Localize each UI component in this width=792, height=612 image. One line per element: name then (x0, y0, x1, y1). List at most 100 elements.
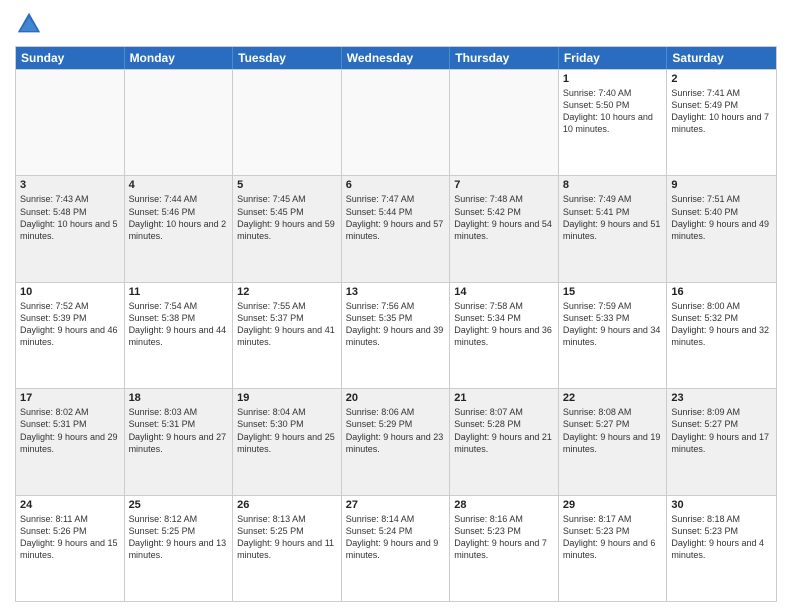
day-number: 24 (20, 499, 120, 511)
day-info: Sunrise: 7:51 AM Sunset: 5:40 PM Dayligh… (671, 193, 772, 242)
day-cell-3: 3 Sunrise: 7:43 AM Sunset: 5:48 PM Daylig… (16, 176, 125, 281)
week-row-4: 17 Sunrise: 8:02 AM Sunset: 5:31 PM Dayli… (16, 388, 776, 494)
day-number: 10 (20, 286, 120, 298)
day-number: 7 (454, 179, 554, 191)
day-header-thursday: Thursday (450, 47, 559, 69)
day-header-tuesday: Tuesday (233, 47, 342, 69)
day-cell-19: 19 Sunrise: 8:04 AM Sunset: 5:30 PM Dayli… (233, 389, 342, 494)
day-number: 19 (237, 392, 337, 404)
day-number: 29 (563, 499, 663, 511)
day-cell-7: 7 Sunrise: 7:48 AM Sunset: 5:42 PM Daylig… (450, 176, 559, 281)
day-info: Sunrise: 8:07 AM Sunset: 5:28 PM Dayligh… (454, 406, 554, 455)
day-info: Sunrise: 7:44 AM Sunset: 5:46 PM Dayligh… (129, 193, 229, 242)
day-number: 22 (563, 392, 663, 404)
day-info: Sunrise: 8:03 AM Sunset: 5:31 PM Dayligh… (129, 406, 229, 455)
day-number: 2 (671, 73, 772, 85)
day-cell-27: 27 Sunrise: 8:14 AM Sunset: 5:24 PM Dayli… (342, 496, 451, 601)
day-cell-14: 14 Sunrise: 7:58 AM Sunset: 5:34 PM Dayli… (450, 283, 559, 388)
day-number: 25 (129, 499, 229, 511)
day-cell-24: 24 Sunrise: 8:11 AM Sunset: 5:26 PM Dayli… (16, 496, 125, 601)
week-row-2: 3 Sunrise: 7:43 AM Sunset: 5:48 PM Daylig… (16, 175, 776, 281)
day-number: 26 (237, 499, 337, 511)
day-info: Sunrise: 8:17 AM Sunset: 5:23 PM Dayligh… (563, 513, 663, 562)
day-cell-28: 28 Sunrise: 8:16 AM Sunset: 5:23 PM Dayli… (450, 496, 559, 601)
empty-cell (233, 70, 342, 175)
day-info: Sunrise: 8:13 AM Sunset: 5:25 PM Dayligh… (237, 513, 337, 562)
day-info: Sunrise: 7:41 AM Sunset: 5:49 PM Dayligh… (671, 87, 772, 136)
day-info: Sunrise: 7:56 AM Sunset: 5:35 PM Dayligh… (346, 300, 446, 349)
day-cell-8: 8Sunrise: 7:49 AM Sunset: 5:41 PM Daylig… (559, 176, 668, 281)
calendar-header: SundayMondayTuesdayWednesdayThursdayFrid… (16, 47, 776, 69)
day-number: 12 (237, 286, 337, 298)
day-number: 6 (346, 179, 446, 191)
day-cell-25: 25 Sunrise: 8:12 AM Sunset: 5:25 PM Dayli… (125, 496, 234, 601)
day-info: Sunrise: 7:52 AM Sunset: 5:39 PM Dayligh… (20, 300, 120, 349)
day-info: Sunrise: 7:40 AM Sunset: 5:50 PM Dayligh… (563, 87, 663, 136)
day-cell-21: 21 Sunrise: 8:07 AM Sunset: 5:28 PM Dayli… (450, 389, 559, 494)
day-number: 21 (454, 392, 554, 404)
empty-cell (450, 70, 559, 175)
logo (15, 10, 47, 38)
day-number: 11 (129, 286, 229, 298)
day-cell-22: 22Sunrise: 8:08 AM Sunset: 5:27 PM Dayli… (559, 389, 668, 494)
day-info: Sunrise: 7:43 AM Sunset: 5:48 PM Dayligh… (20, 193, 120, 242)
day-cell-18: 18 Sunrise: 8:03 AM Sunset: 5:31 PM Dayli… (125, 389, 234, 494)
day-header-friday: Friday (559, 47, 668, 69)
day-number: 30 (671, 499, 772, 511)
day-info: Sunrise: 8:09 AM Sunset: 5:27 PM Dayligh… (671, 406, 772, 455)
day-cell-2: 2 Sunrise: 7:41 AM Sunset: 5:49 PM Daylig… (667, 70, 776, 175)
calendar-body: 1 Sunrise: 7:40 AM Sunset: 5:50 PM Daylig… (16, 69, 776, 601)
day-cell-6: 6 Sunrise: 7:47 AM Sunset: 5:44 PM Daylig… (342, 176, 451, 281)
empty-cell (342, 70, 451, 175)
day-number: 9 (671, 179, 772, 191)
day-cell-9: 9 Sunrise: 7:51 AM Sunset: 5:40 PM Daylig… (667, 176, 776, 281)
day-cell-23: 23 Sunrise: 8:09 AM Sunset: 5:27 PM Dayli… (667, 389, 776, 494)
logo-icon (15, 10, 43, 38)
day-number: 18 (129, 392, 229, 404)
day-header-monday: Monday (125, 47, 234, 69)
calendar: SundayMondayTuesdayWednesdayThursdayFrid… (15, 46, 777, 602)
day-header-sunday: Sunday (16, 47, 125, 69)
day-number: 14 (454, 286, 554, 298)
day-cell-12: 12 Sunrise: 7:55 AM Sunset: 5:37 PM Dayli… (233, 283, 342, 388)
empty-cell (16, 70, 125, 175)
day-info: Sunrise: 7:45 AM Sunset: 5:45 PM Dayligh… (237, 193, 337, 242)
day-info: Sunrise: 7:58 AM Sunset: 5:34 PM Dayligh… (454, 300, 554, 349)
day-info: Sunrise: 7:48 AM Sunset: 5:42 PM Dayligh… (454, 193, 554, 242)
day-info: Sunrise: 7:59 AM Sunset: 5:33 PM Dayligh… (563, 300, 663, 349)
day-cell-1: 1 Sunrise: 7:40 AM Sunset: 5:50 PM Daylig… (559, 70, 668, 175)
day-info: Sunrise: 8:11 AM Sunset: 5:26 PM Dayligh… (20, 513, 120, 562)
day-number: 15 (563, 286, 663, 298)
day-number: 13 (346, 286, 446, 298)
day-cell-16: 16 Sunrise: 8:00 AM Sunset: 5:32 PM Dayli… (667, 283, 776, 388)
day-header-wednesday: Wednesday (342, 47, 451, 69)
day-cell-26: 26 Sunrise: 8:13 AM Sunset: 5:25 PM Dayli… (233, 496, 342, 601)
day-info: Sunrise: 8:00 AM Sunset: 5:32 PM Dayligh… (671, 300, 772, 349)
day-cell-15: 15 Sunrise: 7:59 AM Sunset: 5:33 PM Dayli… (559, 283, 668, 388)
day-info: Sunrise: 8:16 AM Sunset: 5:23 PM Dayligh… (454, 513, 554, 562)
day-cell-5: 5 Sunrise: 7:45 AM Sunset: 5:45 PM Daylig… (233, 176, 342, 281)
day-cell-10: 10 Sunrise: 7:52 AM Sunset: 5:39 PM Dayli… (16, 283, 125, 388)
day-number: 3 (20, 179, 120, 191)
day-info: Sunrise: 7:54 AM Sunset: 5:38 PM Dayligh… (129, 300, 229, 349)
day-number: 4 (129, 179, 229, 191)
empty-cell (125, 70, 234, 175)
day-info: Sunrise: 8:02 AM Sunset: 5:31 PM Dayligh… (20, 406, 120, 455)
day-number: 20 (346, 392, 446, 404)
day-cell-17: 17 Sunrise: 8:02 AM Sunset: 5:31 PM Dayli… (16, 389, 125, 494)
day-info: Sunrise: 8:14 AM Sunset: 5:24 PM Dayligh… (346, 513, 446, 562)
day-number: 16 (671, 286, 772, 298)
day-cell-13: 13 Sunrise: 7:56 AM Sunset: 5:35 PM Dayli… (342, 283, 451, 388)
day-number: 23 (671, 392, 772, 404)
week-row-5: 24 Sunrise: 8:11 AM Sunset: 5:26 PM Dayli… (16, 495, 776, 601)
day-number: 5 (237, 179, 337, 191)
day-number: 17 (20, 392, 120, 404)
day-cell-20: 20Sunrise: 8:06 AM Sunset: 5:29 PM Dayli… (342, 389, 451, 494)
day-info: Sunrise: 8:04 AM Sunset: 5:30 PM Dayligh… (237, 406, 337, 455)
day-number: 28 (454, 499, 554, 511)
day-info: Sunrise: 7:47 AM Sunset: 5:44 PM Dayligh… (346, 193, 446, 242)
day-number: 1 (563, 73, 663, 85)
day-number: 27 (346, 499, 446, 511)
day-info: Sunrise: 7:55 AM Sunset: 5:37 PM Dayligh… (237, 300, 337, 349)
day-info: Sunrise: 8:12 AM Sunset: 5:25 PM Dayligh… (129, 513, 229, 562)
